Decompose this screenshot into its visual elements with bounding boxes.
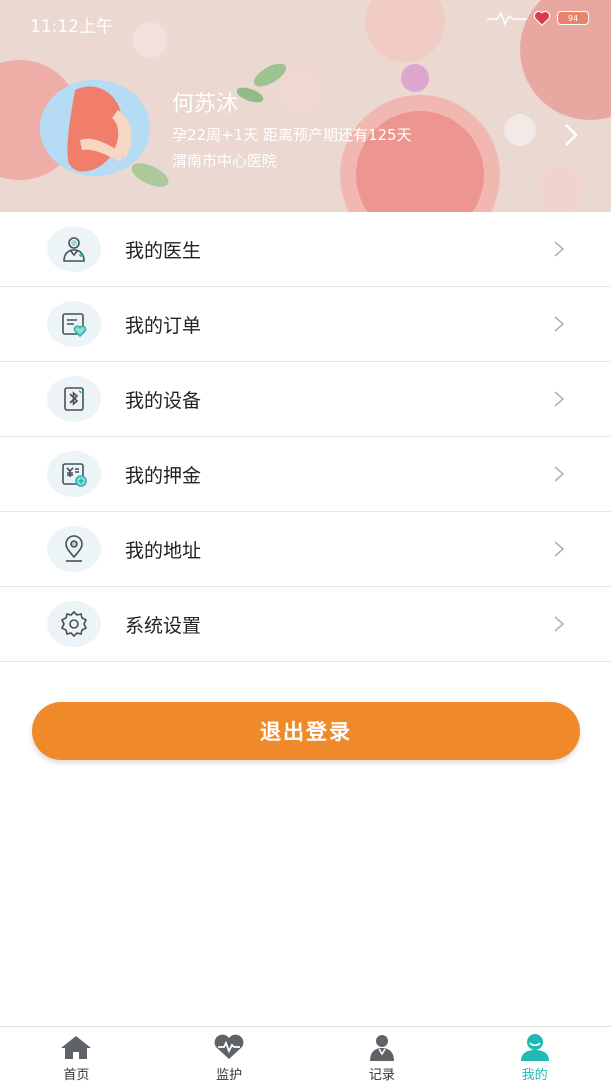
chevron-right-icon[interactable] xyxy=(561,122,581,148)
menu-label: 我的地址 xyxy=(125,539,202,562)
record-doctor-icon xyxy=(369,1035,394,1061)
menu-label: 我的设备 xyxy=(125,389,202,412)
pregnant-woman-avatar-icon xyxy=(40,80,150,176)
bluetooth-device-icon xyxy=(64,387,84,411)
tab-label: 监护 xyxy=(216,1068,243,1083)
profile-icon xyxy=(520,1034,549,1061)
tab-mine[interactable]: 我的 xyxy=(458,1027,611,1086)
hospital-name: 渭南市中心医院 xyxy=(172,152,278,170)
battery-icon: 94 xyxy=(557,11,589,25)
tab-home[interactable]: 首页 xyxy=(0,1027,153,1086)
heart-status-icon xyxy=(533,10,551,26)
menu-item-my-address[interactable]: 我的地址 xyxy=(0,512,611,587)
status-bar: 11:12上午 94 xyxy=(0,0,611,44)
doctor-icon xyxy=(63,237,85,262)
chevron-right-icon xyxy=(554,466,565,482)
chevron-right-icon xyxy=(554,391,565,407)
menu-item-my-doctor[interactable]: 我的医生 xyxy=(0,212,611,287)
chevron-right-icon xyxy=(554,316,565,332)
pregnancy-status: 孕22周+1天 距离预产期还有125天 xyxy=(172,126,412,144)
menu-label: 系统设置 xyxy=(125,614,202,637)
menu-item-system-settings[interactable]: 系统设置 xyxy=(0,587,611,662)
logout-button[interactable]: 退出登录 xyxy=(32,702,580,760)
battery-level: 94 xyxy=(567,13,579,23)
profile-name: 何苏沐 xyxy=(172,92,239,117)
deposit-icon xyxy=(62,463,87,487)
menu-item-my-orders[interactable]: 我的订单 xyxy=(0,287,611,362)
gear-icon xyxy=(60,610,88,638)
tab-label: 首页 xyxy=(63,1068,90,1083)
menu-item-my-deposit[interactable]: 我的押金 xyxy=(0,437,611,512)
menu-item-my-devices[interactable]: 我的设备 xyxy=(0,362,611,437)
heart-monitor-icon xyxy=(214,1034,244,1059)
chevron-right-icon xyxy=(554,616,565,632)
menu-label: 我的订单 xyxy=(125,314,202,337)
menu-label: 我的押金 xyxy=(125,464,202,487)
chevron-right-icon xyxy=(554,241,565,257)
heartbeat-status-icon xyxy=(487,11,527,26)
menu-list: 我的医生 我的订单 我的设备 我的押金 我的地址 系统设置 xyxy=(0,212,611,662)
tab-label: 我的 xyxy=(521,1068,548,1083)
home-icon xyxy=(61,1036,92,1059)
tab-label: 记录 xyxy=(368,1068,395,1083)
tab-monitor[interactable]: 监护 xyxy=(153,1027,306,1086)
avatar[interactable] xyxy=(40,80,150,176)
status-time: 11:12上午 xyxy=(30,17,113,37)
bottom-navigation: 首页 监护 记录 我的 xyxy=(0,1026,611,1086)
tab-records[interactable]: 记录 xyxy=(306,1027,459,1086)
order-icon xyxy=(62,313,87,338)
chevron-right-icon xyxy=(554,541,565,557)
location-icon xyxy=(65,535,83,562)
profile-header[interactable]: 11:12上午 94 何苏沐 孕22周+1天 距离预产期还有125天 渭南市中心… xyxy=(0,0,611,212)
menu-label: 我的医生 xyxy=(125,239,202,262)
